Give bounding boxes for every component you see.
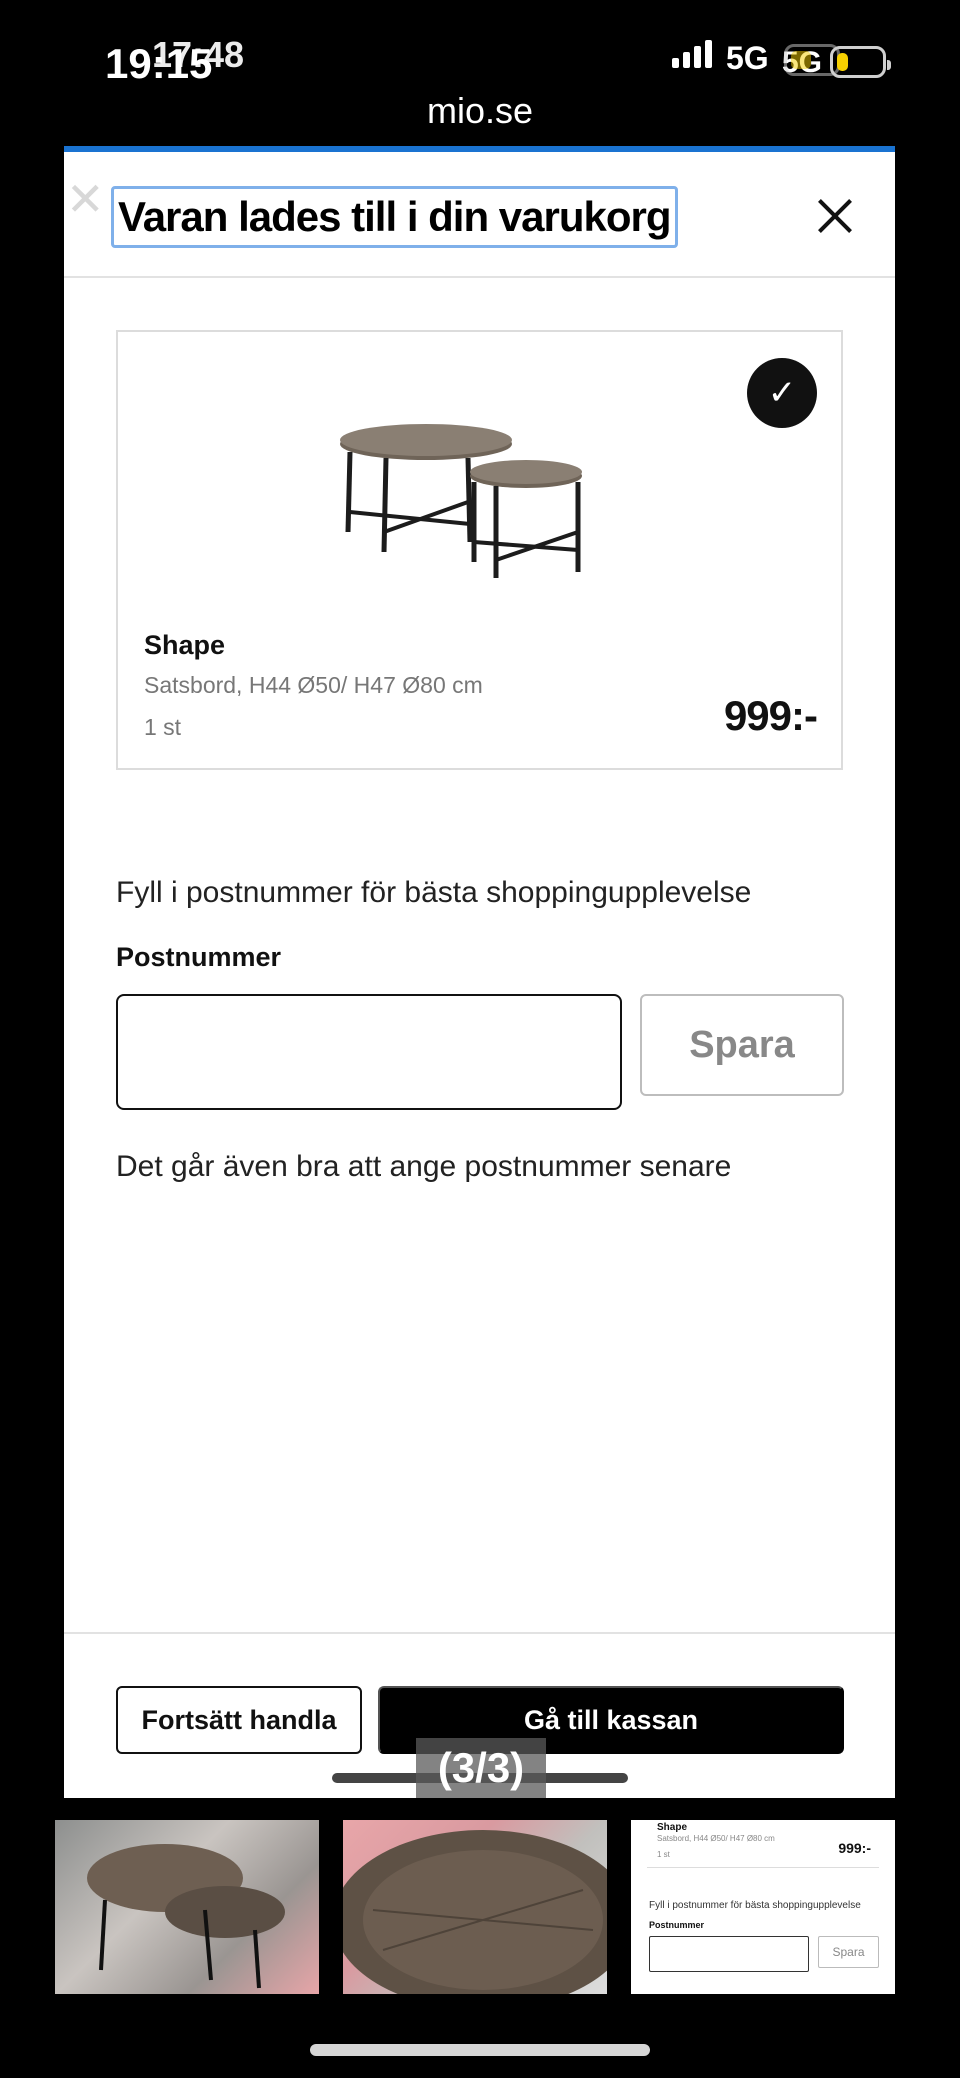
thumb-product-price: 999:- xyxy=(838,1840,871,1856)
gallery-counter: (3/3) xyxy=(416,1738,546,1798)
checkmark-icon: ✓ xyxy=(747,358,817,428)
gallery-thumb-3[interactable]: Shape Satsbord, H44 Ø50/ H47 Ø80 cm 1 st… xyxy=(631,1820,895,1994)
continue-shopping-button[interactable]: Fortsätt handla xyxy=(116,1686,362,1754)
thumb-postcode-label: Postnummer xyxy=(649,1920,705,1930)
status-time-overlay: 17:48 xyxy=(152,34,245,75)
thumb-product-quantity: 1 st xyxy=(657,1850,670,1859)
thumb-product-name: Shape xyxy=(657,1822,688,1833)
divider xyxy=(64,1632,895,1634)
product-name: Shape xyxy=(144,630,226,660)
gallery-thumb-1[interactable] xyxy=(55,1820,319,1994)
close-icon[interactable] xyxy=(811,192,859,240)
modal-title: Varan lades till i din varukorg xyxy=(118,193,672,240)
home-indicator[interactable] xyxy=(310,2044,650,2056)
cart-added-modal: ✕ Varan lades till i din varukorg ✓ Shap… xyxy=(64,146,895,1798)
product-price: 999:- xyxy=(723,692,818,739)
product-quantity: 1 st xyxy=(144,714,182,740)
browser-url[interactable]: mio.se xyxy=(0,90,960,132)
signal-icon xyxy=(672,40,712,68)
postcode-input[interactable] xyxy=(116,994,622,1110)
product-image xyxy=(340,424,582,578)
divider xyxy=(64,276,895,278)
save-button[interactable]: Spara xyxy=(640,994,844,1096)
postcode-info: Fyll i postnummer för bästa shoppinguppl… xyxy=(116,876,752,909)
battery-icon xyxy=(830,46,891,78)
network-label: 5G xyxy=(726,40,769,76)
thumb-postcode-info: Fyll i postnummer för bästa shoppinguppl… xyxy=(649,1900,861,1911)
thumb-photo-tables xyxy=(87,1844,285,1989)
thumb-product-description: Satsbord, H44 Ø50/ H47 Ø80 cm xyxy=(657,1834,775,1843)
thumb-divider xyxy=(647,1867,879,1868)
close-icon-background: ✕ xyxy=(66,173,105,225)
product-description: Satsbord, H44 Ø50/ H47 Ø80 cm xyxy=(144,672,483,698)
thumb-photo-tabletop xyxy=(343,1830,607,1994)
product-card: ✓ Shape Satsbord, H44 Ø50/ H47 Ø80 cm 1 … xyxy=(116,330,843,770)
postcode-label: Postnummer xyxy=(116,942,282,972)
modal-title-focus: Varan lades till i din varukorg xyxy=(111,186,678,248)
postcode-later-note: Det går även bra att ange postnummer sen… xyxy=(116,1150,732,1183)
gallery-thumbnails: Shape Satsbord, H44 Ø50/ H47 Ø80 cm 1 st… xyxy=(0,1820,960,1994)
gallery-thumb-2[interactable] xyxy=(343,1820,607,1994)
thumb-save-button: Spara xyxy=(818,1936,879,1968)
thumb-postcode-input xyxy=(649,1936,809,1972)
